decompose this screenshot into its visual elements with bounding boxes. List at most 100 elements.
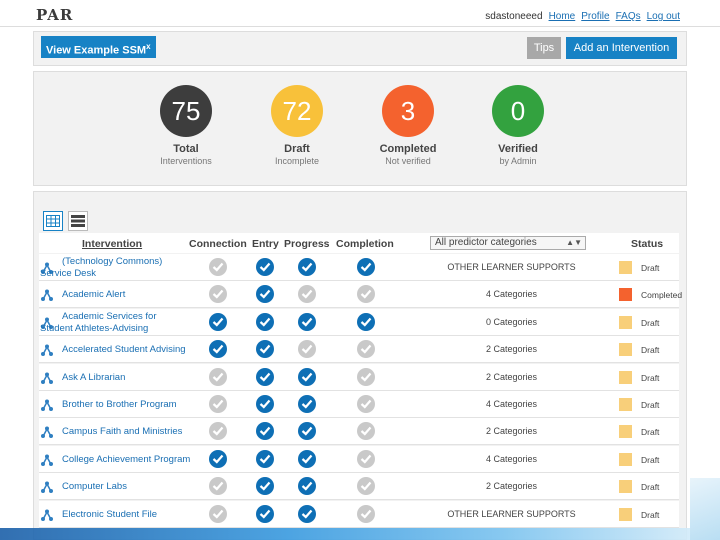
- status-color-swatch: [619, 452, 632, 466]
- network-icon: [41, 453, 53, 471]
- predictor-categories: 4 Categories: [485, 399, 538, 409]
- progress-check-icon[interactable]: [298, 395, 316, 413]
- progress-check-icon[interactable]: [298, 367, 316, 386]
- table-row[interactable]: Computer Labs 2 Categories Draft: [39, 473, 679, 501]
- connection-check-icon[interactable]: [209, 367, 227, 386]
- connection-check-icon[interactable]: [209, 312, 227, 331]
- toolbar-panel: View Example SSMx Tips Add an Interventi…: [33, 31, 687, 66]
- nav-logout-link[interactable]: Log out: [647, 11, 680, 22]
- stat-verified-circle: 0: [492, 85, 544, 137]
- entry-check-icon[interactable]: [256, 258, 274, 276]
- progress-check-icon[interactable]: [298, 477, 316, 496]
- stat-verified: 0 Verified by Admin: [473, 85, 563, 166]
- predictor-categories: OTHER LEARNER SUPPORTS: [447, 508, 576, 519]
- network-icon: [41, 343, 53, 361]
- table-row[interactable]: Accelerated Student Advising 2 Categories…: [39, 336, 679, 364]
- table-row[interactable]: College Achievement Program 4 Categories D…: [39, 445, 679, 473]
- entry-check-icon[interactable]: [256, 395, 274, 413]
- completion-check-icon[interactable]: [357, 395, 375, 413]
- table-row[interactable]: Academic Services for Student Athletes-A…: [39, 308, 679, 336]
- intervention-name-link[interactable]: Academic Alert: [62, 289, 125, 300]
- nav-profile-link[interactable]: Profile: [581, 11, 609, 22]
- status-text: Draft: [641, 427, 660, 438]
- predictor-categories: 0 Categories: [485, 316, 538, 327]
- table-row[interactable]: Ask A Librarian 2 Categories Draft: [39, 363, 679, 391]
- completion-check-icon[interactable]: [357, 285, 375, 304]
- table-row[interactable]: (Technology Commons) Service Desk OTHER L…: [39, 254, 679, 281]
- entry-check-icon[interactable]: [256, 312, 274, 331]
- progress-check-icon[interactable]: [298, 449, 316, 468]
- intervention-name-link[interactable]: Accelerated Student Advising: [62, 344, 186, 355]
- intervention-name-link[interactable]: Electronic Student File: [62, 509, 157, 520]
- intervention-name-link[interactable]: Brother to Brother Program: [62, 399, 177, 410]
- intervention-name-link[interactable]: Campus Faith and Ministries: [62, 426, 182, 437]
- entry-check-icon[interactable]: [256, 504, 274, 523]
- connection-check-icon[interactable]: [209, 340, 227, 359]
- status-color-swatch: [619, 507, 632, 521]
- completion-check-icon[interactable]: [357, 422, 375, 441]
- entry-check-icon[interactable]: [256, 422, 274, 441]
- completion-check-icon[interactable]: [357, 258, 375, 276]
- completion-check-icon[interactable]: [357, 504, 375, 523]
- completion-check-icon[interactable]: [357, 340, 375, 359]
- list-view-button[interactable]: [68, 211, 88, 231]
- connection-check-icon[interactable]: [209, 477, 227, 496]
- par-logo[interactable]: PAR: [36, 6, 73, 24]
- add-intervention-button[interactable]: Add an Intervention: [566, 37, 677, 59]
- entry-check-icon[interactable]: [256, 449, 274, 468]
- network-icon: [41, 288, 53, 306]
- grid-view-button[interactable]: [43, 211, 63, 231]
- predictor-categories: 2 Categories: [485, 371, 538, 382]
- top-bar: PAR sdastoneeed Home Profile FAQs Log ou…: [0, 0, 720, 27]
- connection-check-icon[interactable]: [209, 395, 227, 413]
- col-progress: Progress: [284, 238, 330, 250]
- close-x-icon[interactable]: x: [146, 42, 150, 51]
- table-row[interactable]: Academic Alert 4 Categories Completed: [39, 281, 682, 309]
- status-color-swatch: [619, 315, 632, 329]
- network-icon: [41, 480, 53, 498]
- col-intervention[interactable]: Intervention: [82, 238, 142, 250]
- intervention-name-link[interactable]: College Achievement Program: [62, 454, 190, 465]
- intervention-name-link[interactable]: Academic Services for Student Athletes-A…: [40, 311, 190, 335]
- intervention-name-link[interactable]: (Technology Commons) Service Desk: [40, 256, 190, 280]
- status-color-swatch: [619, 261, 632, 274]
- view-toggle: [43, 211, 88, 231]
- connection-check-icon[interactable]: [209, 504, 227, 523]
- nav-faqs-link[interactable]: FAQs: [616, 11, 641, 22]
- status-color-swatch: [619, 343, 632, 357]
- progress-check-icon[interactable]: [298, 340, 316, 359]
- stat-total-label: Total: [173, 143, 199, 155]
- entry-check-icon[interactable]: [256, 285, 274, 304]
- nav-home-link[interactable]: Home: [549, 11, 576, 22]
- network-icon: [41, 508, 53, 526]
- stat-verified-label: Verified: [498, 143, 538, 155]
- predictor-categories: 4 Categories: [485, 453, 538, 464]
- stat-draft: 72 Draft Incomplete: [252, 85, 342, 166]
- table-row[interactable]: Campus Faith and Ministries 2 Categories D…: [39, 418, 679, 446]
- entry-check-icon[interactable]: [256, 340, 274, 359]
- predictor-category-select[interactable]: All predictor categories ▲▼: [430, 236, 586, 250]
- completion-check-icon[interactable]: [357, 367, 375, 386]
- table-row[interactable]: Brother to Brother Program 4 Categories Dr…: [39, 391, 679, 418]
- stat-total: 75 Total Interventions: [141, 85, 231, 166]
- view-example-label: View Example SSM: [46, 44, 147, 57]
- completion-check-icon[interactable]: [357, 312, 375, 331]
- tips-button[interactable]: Tips: [527, 37, 561, 59]
- connection-check-icon[interactable]: [209, 449, 227, 468]
- connection-check-icon[interactable]: [209, 285, 227, 304]
- connection-check-icon[interactable]: [209, 422, 227, 441]
- progress-check-icon[interactable]: [298, 312, 316, 331]
- entry-check-icon[interactable]: [256, 367, 274, 386]
- progress-check-icon[interactable]: [298, 258, 316, 276]
- completion-check-icon[interactable]: [357, 449, 375, 468]
- entry-check-icon[interactable]: [256, 477, 274, 496]
- intervention-name-link[interactable]: Computer Labs: [62, 481, 127, 492]
- connection-check-icon[interactable]: [209, 258, 227, 276]
- progress-check-icon[interactable]: [298, 422, 316, 441]
- intervention-name-link[interactable]: Ask A Librarian: [62, 372, 125, 383]
- progress-check-icon[interactable]: [298, 285, 316, 304]
- progress-check-icon[interactable]: [298, 504, 316, 523]
- view-example-ssm-button[interactable]: View Example SSMx: [41, 36, 156, 58]
- table-row[interactable]: Electronic Student File OTHER LEARNER SUP…: [39, 500, 679, 528]
- completion-check-icon[interactable]: [357, 477, 375, 496]
